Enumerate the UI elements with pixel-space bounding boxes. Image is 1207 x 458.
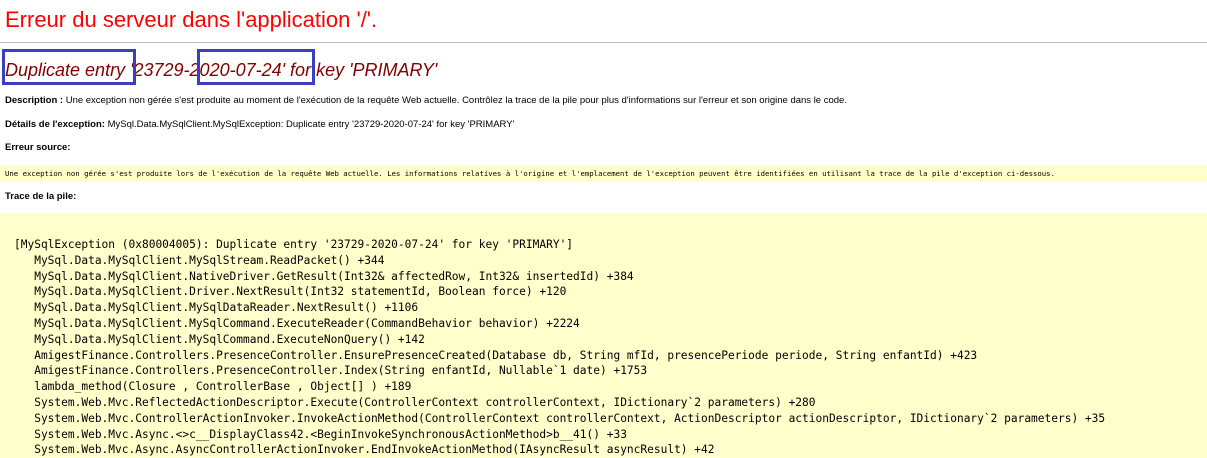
source-error-line: Erreur source: <box>5 141 70 155</box>
description-text: Une exception non gérée s'est produite a… <box>63 95 847 106</box>
stack-trace-frame: AmigestFinance.Controllers.PresenceContr… <box>14 364 648 378</box>
stack-trace-line: Trace de la pile: <box>5 190 76 204</box>
stack-trace-frame: MySql.Data.MySqlClient.Driver.NextResult… <box>14 285 567 299</box>
stack-trace-frame: MySql.Data.MySqlClient.MySqlDataReader.N… <box>14 301 419 315</box>
stack-trace-frame: MySql.Data.MySqlClient.MySqlCommand.Exec… <box>14 316 580 330</box>
description-line: Description : Une exception non gérée s'… <box>5 94 847 108</box>
highlight-box-duplicate-entry <box>2 49 136 85</box>
stack-trace-frame: [MySqlException (0x80004005): Duplicate … <box>14 238 574 251</box>
source-error-text: Une exception non gérée s'est produite l… <box>5 169 1055 178</box>
description-label: Description : <box>5 95 64 106</box>
stack-trace-frame: System.Web.Mvc.Async.AsyncControllerActi… <box>14 443 715 457</box>
stack-trace-frame: System.Web.Mvc.Async.<>c__DisplayClass42… <box>14 427 627 441</box>
title-divider <box>0 42 1207 43</box>
stack-trace-frame: MySql.Data.MySqlClient.NativeDriver.GetR… <box>14 269 634 283</box>
source-error-box: Une exception non gérée s'est produite l… <box>0 165 1207 182</box>
exception-details-line: Détails de l'exception: MySql.Data.MySql… <box>5 118 514 132</box>
exception-details-label: Détails de l'exception: <box>5 119 105 130</box>
stack-trace-box: [MySqlException (0x80004005): Duplicate … <box>0 213 1207 458</box>
exception-details-text: MySql.Data.MySqlClient.MySqlException: D… <box>104 119 515 130</box>
stack-trace-frame: System.Web.Mvc.ControllerActionInvoker.I… <box>14 411 1106 425</box>
page-title: Erreur du serveur dans l'application '/'… <box>5 7 378 32</box>
stack-trace-frame: AmigestFinance.Controllers.PresenceContr… <box>14 348 978 362</box>
stack-trace-frame: lambda_method(Closure , ControllerBase ,… <box>14 380 412 394</box>
stack-trace-list: [MySqlException (0x80004005): Duplicate … <box>14 237 1105 458</box>
stack-trace-frame: MySql.Data.MySqlClient.MySqlStream.ReadP… <box>14 253 385 267</box>
stack-trace-label: Trace de la pile: <box>5 191 77 202</box>
stack-trace-frame: System.Web.Mvc.ReflectedActionDescriptor… <box>14 395 816 409</box>
source-error-label: Erreur source: <box>5 142 71 153</box>
highlight-box-date-key <box>197 49 315 85</box>
stack-trace-frame: MySql.Data.MySqlClient.MySqlCommand.Exec… <box>14 332 425 346</box>
